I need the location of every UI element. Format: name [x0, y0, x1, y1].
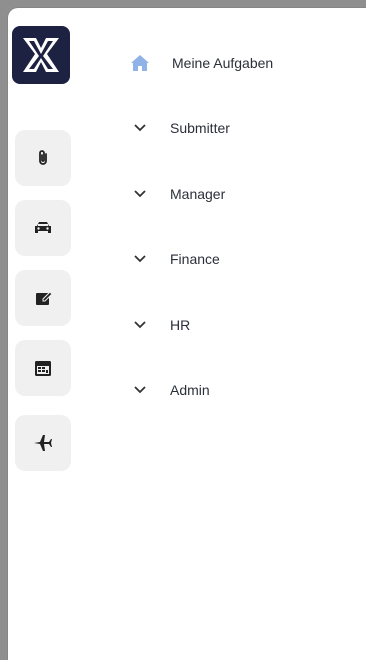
chevron-down-icon: [128, 313, 152, 337]
logo-mark-icon: [23, 38, 59, 72]
chevron-down-icon: [128, 116, 152, 140]
chevron-down-icon: [128, 378, 152, 402]
nav-section-label: HR: [170, 317, 191, 333]
nav-section-label: Finance: [170, 251, 220, 267]
nav-section-hr[interactable]: HR: [122, 305, 190, 345]
nav-section-manager[interactable]: Manager: [122, 174, 225, 214]
rail-travel-button[interactable]: [15, 415, 71, 471]
calendar-icon: [35, 361, 51, 376]
nav-section-admin[interactable]: Admin: [122, 370, 210, 410]
nav-item-label: Meine Aufgaben: [172, 55, 274, 71]
nav-section-label: Admin: [170, 382, 210, 398]
rail-edit-button[interactable]: [15, 270, 71, 326]
rail-car-button[interactable]: [15, 200, 71, 256]
airplane-icon: [34, 435, 52, 451]
app-logo[interactable]: [12, 26, 70, 84]
rail-calendar-button[interactable]: [15, 340, 71, 396]
home-icon: [128, 51, 152, 75]
nav-item-meine-aufgaben[interactable]: Meine Aufgaben: [122, 43, 273, 83]
chevron-down-icon: [128, 182, 152, 206]
nav-section-label: Submitter: [170, 120, 230, 136]
chevron-down-icon: [128, 247, 152, 271]
rail-attachments-button[interactable]: [15, 130, 71, 186]
car-icon: [35, 222, 51, 233]
nav-section-submitter[interactable]: Submitter: [122, 108, 230, 148]
nav-section-label: Manager: [170, 186, 226, 202]
paperclip-icon: [39, 150, 47, 165]
edit-note-icon: [36, 291, 53, 305]
nav-section-finance[interactable]: Finance: [122, 239, 220, 279]
